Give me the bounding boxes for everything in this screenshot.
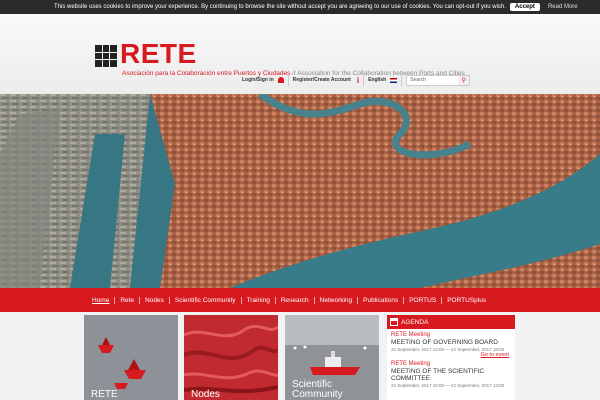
- search-icon[interactable]: ⚲: [458, 75, 470, 85]
- nav-nodes[interactable]: Nodes: [140, 296, 170, 304]
- language-selector[interactable]: English: [364, 74, 403, 86]
- paper-boats-image: [84, 315, 178, 400]
- register-link[interactable]: Register/Create Account i: [289, 74, 365, 86]
- site-logo[interactable]: RETE: [120, 38, 197, 70]
- logo-grid-icon[interactable]: [95, 45, 117, 67]
- hero-image-venice: [0, 94, 600, 288]
- event-name[interactable]: MEETING OF GOVERNING BOARD: [391, 339, 511, 346]
- tile-rete-label: RETE: [91, 389, 118, 400]
- agenda-event[interactable]: RETE Meeting MEETING OF GOVERNING BOARD …: [387, 329, 515, 352]
- agenda-event[interactable]: RETE Meeting MEETING OF THE SCIENTIFIC C…: [387, 358, 515, 388]
- login-label: Login/Sign in: [242, 77, 274, 83]
- cookie-message: This website uses cookies to improve you…: [54, 4, 506, 10]
- register-label: Register/Create Account: [292, 77, 351, 83]
- info-icon: i: [356, 75, 360, 85]
- language-label: English: [368, 77, 387, 83]
- accept-cookies-button[interactable]: Accept: [509, 3, 540, 11]
- calendar-icon: [390, 318, 398, 326]
- nav-publications[interactable]: Publications: [358, 296, 405, 304]
- agenda-title: AGENDA: [401, 318, 429, 326]
- nav-home[interactable]: Home: [87, 296, 116, 304]
- login-link[interactable]: Login/Sign in: [238, 74, 289, 86]
- agenda-header: AGENDA: [387, 315, 515, 329]
- tile-scientific-line2: Community: [292, 389, 343, 400]
- user-toolbar: Login/Sign in Register/Create Account i …: [238, 73, 471, 87]
- red-nets-image: [184, 315, 278, 400]
- tile-scientific-community[interactable]: Scientific Community: [285, 315, 379, 400]
- search-input[interactable]: Search: [407, 77, 458, 83]
- event-date: 22 September, 2017 10:00 — 22 September,…: [391, 383, 505, 388]
- hero-illustration: [0, 94, 600, 288]
- read-more-link[interactable]: Read More: [548, 4, 578, 10]
- main-nav: Home Rete Nodes Scientific Community Tra…: [0, 288, 600, 312]
- tile-nodes[interactable]: Nodes: [184, 315, 278, 400]
- nav-rete[interactable]: Rete: [115, 296, 141, 304]
- search-box: Search ⚲: [406, 74, 471, 86]
- nav-training[interactable]: Training: [242, 296, 276, 304]
- nav-scientific-community[interactable]: Scientific Community: [170, 296, 242, 304]
- tile-rete[interactable]: RETE: [84, 315, 178, 400]
- cookie-bar: This website uses cookies to improve you…: [0, 0, 600, 14]
- nav-portus[interactable]: PORTUS: [404, 296, 443, 304]
- event-type: RETE Meeting: [391, 332, 431, 338]
- event-type: RETE Meeting: [391, 361, 431, 367]
- uk-flag-icon: [390, 77, 398, 83]
- nav-networking[interactable]: Networking: [315, 296, 359, 304]
- event-name[interactable]: MEETING OF THE SCIENTIFIC COMMITTEE: [391, 368, 511, 382]
- user-icon: [277, 77, 284, 83]
- tile-scientific-label: Scientific Community: [292, 380, 343, 400]
- tile-nodes-label: Nodes: [191, 389, 220, 400]
- nav-research[interactable]: Research: [276, 296, 315, 304]
- nav-portusplus[interactable]: PORTUSplus: [442, 297, 491, 304]
- agenda-panel: AGENDA RETE Meeting MEETING OF GOVERNING…: [387, 315, 515, 400]
